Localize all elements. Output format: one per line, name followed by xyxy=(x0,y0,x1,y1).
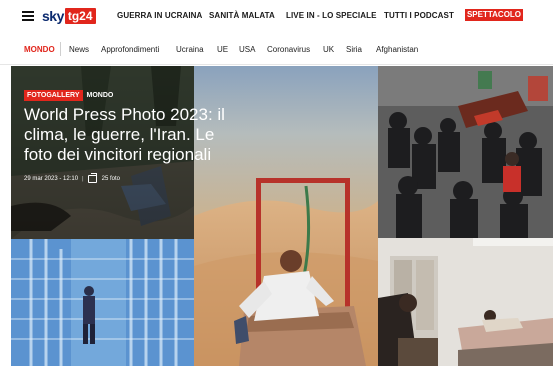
meta-separator: | xyxy=(82,176,84,182)
subnav-uk[interactable]: UK xyxy=(323,45,334,54)
subnav-mondo[interactable]: MONDO xyxy=(24,45,55,54)
topnav-guerra-in-ucraina[interactable]: GUERRA IN UCRAINA xyxy=(117,11,202,20)
subnav-siria[interactable]: Siria xyxy=(346,45,362,54)
subnav-bottom-border xyxy=(0,64,553,65)
topnav-live-in[interactable]: LIVE IN - LO SPECIALE xyxy=(286,11,377,20)
logo-sky-text: sky xyxy=(42,7,64,24)
room-image xyxy=(378,238,553,366)
photos-icon xyxy=(87,173,97,183)
article-headline[interactable]: World Press Photo 2023: il clima, le gue… xyxy=(24,105,239,165)
gallery-photo-blue-lab[interactable] xyxy=(11,239,194,366)
subnav-afghanistan[interactable]: Afghanistan xyxy=(376,45,418,54)
gallery-photo-funeral-crowd[interactable] xyxy=(378,66,553,238)
subnav-ue[interactable]: UE xyxy=(217,45,228,54)
funeral-crowd-image xyxy=(378,66,553,238)
topnav-spettacolo[interactable]: SPETTACOLO xyxy=(465,9,523,21)
blue-lab-image xyxy=(11,239,194,366)
subnav-news[interactable]: News xyxy=(69,45,89,54)
article-date: 29 mar 2023 - 12:10 xyxy=(24,176,79,182)
subnav-usa[interactable]: USA xyxy=(239,45,255,54)
topnav-sanita-malata[interactable]: SANITÀ MALATA xyxy=(209,11,275,20)
sky-tg24-logo[interactable]: sky tg24 xyxy=(42,7,96,24)
subnav-divider xyxy=(60,42,61,56)
menu-icon[interactable] xyxy=(22,11,34,21)
logo-tg24-text: tg24 xyxy=(64,7,96,24)
subnav-ucraina[interactable]: Ucraina xyxy=(176,45,204,54)
tag-mondo[interactable]: MONDO xyxy=(87,90,114,101)
subnav-approfondimenti[interactable]: Approfondimenti xyxy=(101,45,159,54)
subnav-coronavirus[interactable]: Coronavirus xyxy=(267,45,310,54)
top-navigation-bar: sky tg24 GUERRA IN UCRAINA SANITÀ MALATA… xyxy=(0,0,553,31)
gallery-photo-room[interactable] xyxy=(378,238,553,366)
article-tags: FOTOGALLERY MONDO xyxy=(24,90,113,101)
tag-fotogallery[interactable]: FOTOGALLERY xyxy=(24,90,83,101)
article-meta: 29 mar 2023 - 12:10 | 25 foto xyxy=(24,173,120,183)
topnav-tutti-i-podcast[interactable]: TUTTI I PODCAST xyxy=(384,11,454,20)
photo-count: 25 foto xyxy=(101,176,120,182)
